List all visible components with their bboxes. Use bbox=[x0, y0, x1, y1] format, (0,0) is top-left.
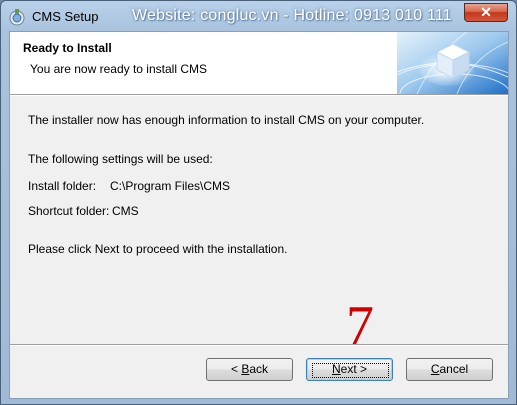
title-bar[interactable]: CMS Setup Website: congluc.vn - Hotline:… bbox=[1, 1, 516, 31]
wizard-header: Ready to Install You are now ready to in… bbox=[10, 32, 508, 94]
setup-window: CMS Setup Website: congluc.vn - Hotline:… bbox=[0, 0, 517, 405]
cancel-button-label: ancel bbox=[439, 362, 469, 376]
close-icon: ✕ bbox=[480, 4, 492, 20]
watermark-text: Website: congluc.vn - Hotline: 0913 010 … bbox=[132, 7, 452, 24]
settings-heading: The following settings will be used: bbox=[28, 152, 213, 166]
shortcut-folder-value: CMS bbox=[112, 204, 139, 218]
instruction-text: Please click Next to proceed with the in… bbox=[28, 242, 288, 256]
installer-app-icon bbox=[9, 9, 25, 26]
install-folder-label: Install folder: bbox=[28, 179, 97, 193]
install-folder-value: C:\Program Files\CMS bbox=[110, 179, 231, 193]
focus-rectangle bbox=[312, 363, 389, 378]
wizard-client-area: Ready to Install You are now ready to in… bbox=[9, 31, 509, 399]
page-subtitle: You are now ready to install CMS bbox=[30, 62, 207, 76]
window-title: CMS Setup bbox=[32, 9, 99, 24]
globe-cube-banner-image bbox=[397, 32, 508, 94]
header-divider bbox=[10, 94, 508, 96]
cancel-button[interactable]: Cancel bbox=[406, 358, 493, 381]
page-title: Ready to Install bbox=[23, 41, 112, 55]
back-button-label: ack bbox=[249, 362, 269, 376]
close-button[interactable]: ✕ bbox=[464, 3, 508, 22]
shortcut-folder-label: Shortcut folder: bbox=[28, 204, 110, 218]
intro-text: The installer now has enough information… bbox=[28, 113, 425, 127]
back-button-prefix: < bbox=[230, 362, 242, 376]
back-button[interactable]: < Back bbox=[206, 358, 293, 381]
footer-divider bbox=[10, 344, 508, 346]
next-button[interactable]: Next > bbox=[306, 358, 393, 381]
